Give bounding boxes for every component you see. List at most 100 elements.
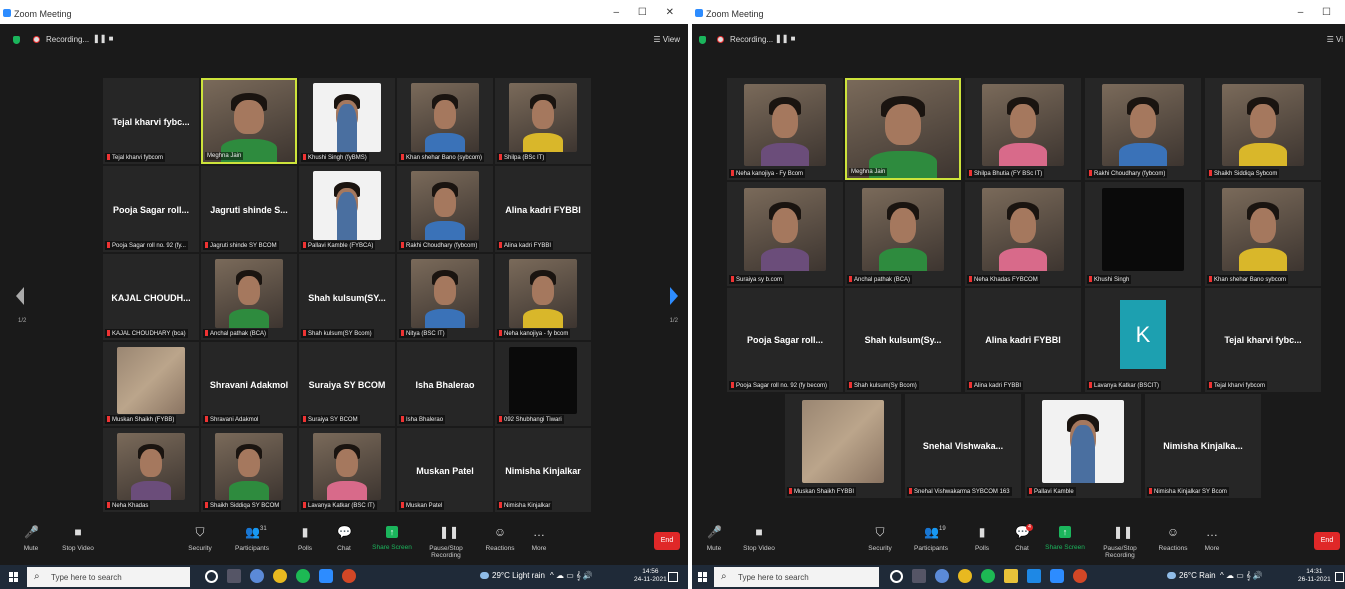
spotify-icon[interactable]	[296, 569, 310, 583]
powerpoint-icon[interactable]	[342, 569, 356, 583]
zoom-taskbar-icon[interactable]	[1050, 569, 1064, 583]
more-icon: …	[1206, 525, 1218, 539]
participant-tile[interactable]: Nimisha Kinjalkar Nimisha Kinjalkar	[495, 428, 591, 512]
participant-tile[interactable]: Suraiya SY BCOM Suraiya SY BCOM	[299, 342, 395, 426]
participant-tile[interactable]: Neha Khadas	[103, 428, 199, 512]
encryption-shield-icon[interactable]	[13, 36, 20, 44]
chrome-icon[interactable]	[273, 569, 287, 583]
participant-tile[interactable]: Neha Khadas FYBCOM	[965, 182, 1081, 286]
encryption-shield-icon[interactable]	[699, 36, 706, 44]
participant-tile[interactable]: Jagruti shinde S... Jagruti shinde SY BCO…	[201, 166, 297, 252]
participant-tile[interactable]: Pooja Sagar roll... Pooja Sagar roll no. …	[727, 288, 843, 392]
taskbar-clock[interactable]: 14:56 24-11-2021	[634, 568, 667, 584]
chrome-icon[interactable]	[958, 569, 972, 583]
participant-tile[interactable]: Shaikh Siddiqa Sybcom	[1205, 78, 1321, 180]
teams-icon[interactable]	[935, 569, 949, 583]
participant-tile[interactable]: Meghna Jain	[845, 78, 961, 180]
participant-tile[interactable]: Snehal Vishwaka... Snehal Vishwakarma SYB…	[905, 394, 1021, 498]
participant-tile[interactable]: Khan shehar Bano (sybcom)	[397, 78, 493, 164]
participant-tile[interactable]: Muskan Patel Muskan Patel	[397, 428, 493, 512]
participant-tile[interactable]: Alina kadri FYBBI Alina kadri FYBBI	[495, 166, 591, 252]
participant-avatar: K	[1119, 300, 1167, 370]
system-tray-icons[interactable]: ^ ☁ ▭ 𝄞 🔊	[1220, 571, 1263, 581]
share-screen-button[interactable]: ↑ Share Screen	[1035, 526, 1095, 551]
participant-tile[interactable]: Nimisha Kinjalka... Nimisha Kinjalkar SY …	[1145, 394, 1261, 498]
file-explorer-icon[interactable]	[1004, 569, 1018, 583]
participant-tile[interactable]: Lavanya Katkar (BSC IT)	[299, 428, 395, 512]
participant-tile[interactable]: 092 Shubhangi Tiwari	[495, 342, 591, 426]
window-controls[interactable]: – ☐ ✕	[614, 7, 682, 18]
task-view-icon[interactable]	[227, 569, 241, 583]
participant-tile[interactable]: Isha Bhalerao Isha Bhalerao	[397, 342, 493, 426]
participant-tile[interactable]: Muskan Shaikh FYBBI	[785, 394, 901, 498]
participant-tile[interactable]: Rakhi Choudhary (fybcom)	[397, 166, 493, 252]
previous-page-arrow-icon[interactable]	[16, 287, 24, 305]
participant-name-label: Alina kadri FYBBI	[497, 241, 554, 250]
pause-recording-button[interactable]: ❚❚ Pause/Stop Recording	[1090, 526, 1150, 560]
participants-button[interactable]: 👥 31 Participants	[222, 526, 282, 553]
participant-tile[interactable]: K Lavanya Katkar (BSCIT)	[1085, 288, 1201, 392]
cortana-icon[interactable]	[205, 570, 218, 583]
security-button[interactable]: ⛉ Security	[170, 526, 230, 553]
participant-display-name: Nimisha Kinjalka...	[1163, 440, 1243, 451]
system-tray-icons[interactable]: ^ ☁ ▭ 𝄞 🔊	[550, 571, 593, 581]
participant-tile[interactable]: Anchal pathak (BCA)	[201, 254, 297, 340]
task-view-icon[interactable]	[912, 569, 926, 583]
powerpoint-icon[interactable]	[1073, 569, 1087, 583]
participant-tile[interactable]: Rakhi Choudhary (fybcom)	[1085, 78, 1201, 180]
next-page-arrow-icon[interactable]	[670, 287, 678, 305]
end-meeting-button[interactable]: End	[1314, 532, 1340, 550]
participant-tile[interactable]: Shravani Adakmol Shravani Adakmol	[201, 342, 297, 426]
zoom-taskbar-icon[interactable]	[319, 569, 333, 583]
stop-video-button[interactable]: ■ Stop Video	[48, 526, 108, 553]
recording-controls[interactable]: ❚❚ ■	[93, 34, 113, 43]
participant-name-label: Suraiya SY BCOM	[301, 415, 360, 424]
stop-video-button[interactable]: ■ Stop Video	[729, 526, 789, 553]
participant-tile[interactable]: Khan shehar Bano sybcom	[1205, 182, 1321, 286]
stop-video-label: Stop Video	[743, 545, 775, 552]
participant-tile[interactable]: Shaikh Siddiqa SY BCOM	[201, 428, 297, 512]
window-controls[interactable]: – ☐	[1298, 7, 1339, 18]
participant-tile[interactable]: Anchal pathak (BCA)	[845, 182, 961, 286]
taskbar-search-box[interactable]: ⌕ Type here to search	[27, 567, 190, 587]
more-button[interactable]: … More	[1182, 525, 1242, 553]
weather-widget[interactable]: 29°C Light rain	[480, 571, 545, 580]
cortana-icon[interactable]	[890, 570, 903, 583]
participant-tile[interactable]: Shah kulsum(SY... Shah kulsum(SY Bcom)	[299, 254, 395, 340]
store-icon[interactable]	[1027, 569, 1041, 583]
participant-tile[interactable]: Meghna Jain	[201, 78, 297, 164]
pause-recording-button[interactable]: ❚❚ Pause/Stop Recording	[416, 526, 476, 560]
view-button[interactable]: ☰ View	[653, 35, 680, 44]
participant-tile[interactable]: Khushi Singh	[1085, 182, 1201, 286]
view-button[interactable]: ☰ Vi	[1327, 35, 1343, 44]
participant-tile[interactable]: Muskan Shaikh (FYBB)	[103, 342, 199, 426]
participant-tile[interactable]: Shilpa (BSc IT)	[495, 78, 591, 164]
share-screen-button[interactable]: ↑ Share Screen	[362, 526, 422, 551]
weather-widget[interactable]: 26°C Rain	[1167, 571, 1216, 580]
taskbar-clock[interactable]: 14:31 26-11-2021	[1298, 568, 1331, 584]
participant-tile[interactable]: Khushi Singh (fyBMS)	[299, 78, 395, 164]
notification-icon[interactable]	[1335, 572, 1344, 582]
end-meeting-button[interactable]: End	[654, 532, 680, 550]
participant-tile[interactable]: KAJAL CHOUDH... KAJAL CHOUDHARY (bca)	[103, 254, 199, 340]
teams-icon[interactable]	[250, 569, 264, 583]
participant-tile[interactable]: Pooja Sagar roll... Pooja Sagar roll no. …	[103, 166, 199, 252]
participant-tile[interactable]: Shah kulsum(Sy... Shah kulsum(Sy Bcom)	[845, 288, 961, 392]
taskbar-search-box[interactable]: ⌕ Type here to search	[714, 567, 879, 587]
participant-tile[interactable]: Neha kanojiya - fy bcom	[495, 254, 591, 340]
participant-tile[interactable]: Tejal kharvi fybc... Tejal kharvi fybcom	[103, 78, 199, 164]
notification-icon[interactable]	[668, 572, 678, 582]
participant-tile[interactable]: Neha kanojiya - Fy Bcom	[727, 78, 843, 180]
participant-tile[interactable]: Pallavi Kamble (FYBCA)	[299, 166, 395, 252]
participant-tile[interactable]: Tejal kharvi fybc... Tejal kharvi fybcom	[1205, 288, 1321, 392]
participant-tile[interactable]: Alina kadri FYBBI Alina kadri FYBBI	[965, 288, 1081, 392]
participant-tile[interactable]: Nitya (BSC IT)	[397, 254, 493, 340]
participant-tile[interactable]: Pallavi Kamble	[1025, 394, 1141, 498]
participant-tile[interactable]: Shilpa Bhutia (FY BSc IT)	[965, 78, 1081, 180]
participant-tile[interactable]: Suraiya sy b.com	[727, 182, 843, 286]
more-button[interactable]: … More	[509, 526, 569, 553]
windows-start-icon[interactable]	[698, 572, 708, 582]
windows-start-icon[interactable]	[9, 572, 19, 582]
spotify-icon[interactable]	[981, 569, 995, 583]
recording-controls[interactable]: ❚❚ ■	[775, 34, 795, 43]
